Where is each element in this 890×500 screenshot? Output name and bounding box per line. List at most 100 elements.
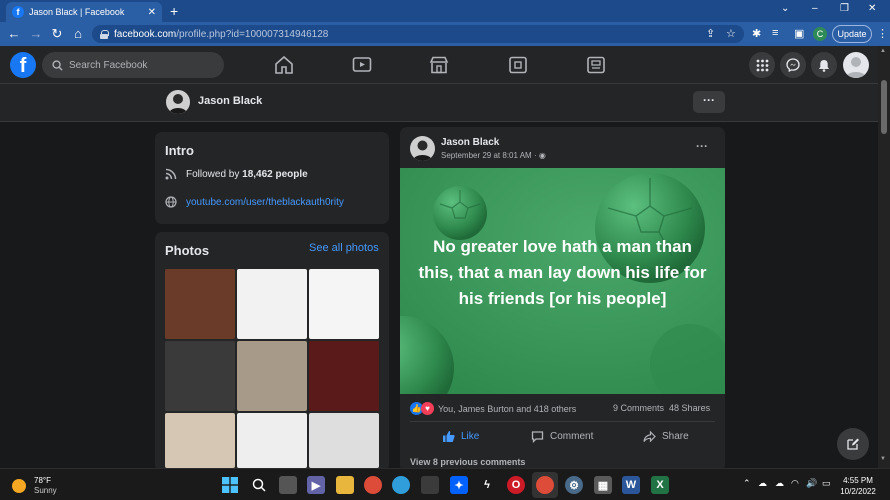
lock-icon — [100, 29, 109, 39]
scroll-down-icon[interactable]: ▼ — [880, 456, 886, 462]
file-explorer-icon[interactable] — [336, 476, 354, 494]
comment-button[interactable]: Comment — [531, 430, 593, 443]
tab-search-chevron-icon[interactable]: ⌄ — [781, 3, 789, 14]
post-author-name[interactable]: Jason Black — [441, 137, 499, 148]
profile-avatar[interactable] — [166, 90, 190, 114]
show-hidden-icons[interactable]: ⌃ — [743, 478, 751, 489]
scroll-up-icon[interactable]: ▲ — [880, 48, 886, 54]
gaming-nav-icon[interactable] — [586, 56, 606, 74]
account-avatar[interactable] — [843, 52, 869, 78]
opera-icon[interactable]: O — [507, 476, 525, 494]
battery-icon[interactable]: ▭ — [822, 478, 831, 489]
home-icon[interactable]: ⌂ — [70, 26, 86, 42]
home-nav-icon[interactable] — [274, 56, 294, 74]
browser-tab[interactable]: f Jason Black | Facebook ✕ — [6, 2, 162, 22]
post-options-icon[interactable]: ··· — [696, 139, 708, 153]
see-all-photos-link[interactable]: See all photos — [309, 242, 379, 254]
facebook-favicon-icon: f — [12, 6, 24, 18]
view-previous-comments-link[interactable]: View 8 previous comments — [410, 457, 525, 467]
like-button[interactable]: Like — [442, 430, 479, 443]
browser-profile-avatar[interactable]: C — [813, 27, 827, 41]
facebook-logo-icon[interactable]: f — [10, 52, 36, 78]
winamp-icon[interactable]: ϟ — [478, 476, 496, 494]
marketplace-nav-icon[interactable] — [429, 56, 449, 74]
followers-count: 18,462 people — [242, 168, 308, 180]
start-windows-icon[interactable] — [221, 476, 239, 494]
watch-nav-icon[interactable] — [352, 56, 372, 74]
calculator-icon[interactable]: ▦ — [594, 476, 612, 494]
onedrive-icon[interactable]: ☁ — [775, 478, 784, 489]
minimize-icon[interactable]: – — [812, 3, 818, 14]
wifi-icon[interactable]: ◠ — [791, 478, 799, 489]
browser-tab-bar: f Jason Black | Facebook ✕ + ⌄ – ❐ ✕ — [0, 0, 890, 22]
thumbs-up-icon — [443, 431, 455, 442]
comments-count[interactable]: 9 Comments — [613, 403, 664, 413]
photo-4[interactable] — [165, 341, 235, 411]
teams-chat-icon[interactable]: ▶ — [307, 476, 325, 494]
update-button[interactable]: Update — [832, 25, 872, 43]
comment-icon — [531, 431, 544, 443]
system-clock[interactable]: 4:55 PM 10/2/2022 — [838, 475, 878, 497]
post-quote-text: No greater love hath a man than this, th… — [418, 237, 707, 308]
share-icon[interactable]: ⇪ — [706, 27, 715, 40]
browser-toolbar: ← → ↻ ⌂ facebook.com/profile.php?id=1000… — [0, 22, 890, 46]
search-icon — [52, 59, 63, 71]
new-message-button[interactable] — [837, 428, 869, 460]
shares-count[interactable]: 48 Shares — [669, 403, 710, 413]
search-taskbar-icon[interactable] — [250, 476, 268, 494]
excel-icon[interactable]: X — [651, 476, 669, 494]
restore-icon[interactable]: ❐ — [840, 3, 849, 14]
post-author-avatar[interactable] — [410, 136, 435, 161]
address-bar[interactable]: facebook.com/profile.php?id=100007314946… — [92, 25, 744, 43]
profile-more-button[interactable]: ··· — [693, 91, 725, 113]
close-window-icon[interactable]: ✕ — [868, 3, 876, 14]
messenger-icon[interactable] — [780, 52, 806, 78]
photo-6[interactable] — [309, 341, 379, 411]
edge-icon[interactable] — [392, 476, 410, 494]
reactions-summary[interactable]: 👍 ♥ You, James Burton and 418 others — [410, 402, 576, 415]
followers-row: Followed by 18,462 people — [165, 168, 308, 180]
new-tab-button[interactable]: + — [170, 3, 178, 19]
website-link[interactable]: youtube.com/user/theblackauth0rity — [186, 197, 344, 208]
media-queue-icon[interactable]: ≡ — [772, 27, 778, 39]
scrollbar-thumb[interactable] — [881, 80, 887, 134]
chrome-active-icon[interactable] — [536, 476, 554, 494]
groups-nav-icon[interactable] — [508, 56, 528, 74]
notifications-bell-icon[interactable] — [811, 52, 837, 78]
photo-1[interactable] — [165, 269, 235, 339]
dropbox-icon[interactable]: ✦ — [450, 476, 468, 494]
forward-icon[interactable]: → — [28, 26, 44, 42]
sidebar-icon[interactable]: ▣ — [794, 27, 804, 40]
photo-2[interactable] — [237, 269, 307, 339]
back-icon[interactable]: ← — [6, 26, 22, 42]
like-label: Like — [461, 431, 480, 442]
menu-grid-icon[interactable] — [749, 52, 775, 78]
chrome-icon[interactable] — [364, 476, 382, 494]
browser-menu-icon[interactable]: ⋮ — [877, 27, 888, 40]
weather-widget[interactable]: 78°F Sunny — [12, 476, 57, 496]
settings-icon[interactable]: ⚙ — [565, 476, 583, 494]
task-view-icon[interactable] — [279, 476, 297, 494]
share-button[interactable]: Share — [643, 430, 689, 443]
intro-title: Intro — [165, 143, 194, 158]
weather-cloud-icon[interactable]: ☁ — [758, 478, 767, 489]
extensions-icon[interactable]: ✱ — [752, 27, 761, 40]
page-scrollbar[interactable]: ▲ ▼ — [878, 46, 890, 468]
volume-icon[interactable]: 🔊 — [806, 478, 817, 489]
search-placeholder: Search Facebook — [69, 59, 148, 71]
photo-3[interactable] — [309, 269, 379, 339]
word-icon[interactable]: W — [622, 476, 640, 494]
photo-9[interactable] — [309, 413, 379, 468]
microsoft-store-icon[interactable] — [421, 476, 439, 494]
bookmark-star-icon[interactable]: ☆ — [726, 27, 736, 40]
tab-title: Jason Black | Facebook — [29, 7, 125, 17]
post-timestamp[interactable]: September 29 at 8:01 AM · ◉ — [441, 151, 546, 160]
close-tab-icon[interactable]: ✕ — [148, 7, 156, 18]
search-input[interactable]: Search Facebook — [42, 52, 224, 78]
photos-title: Photos — [165, 243, 210, 258]
reload-icon[interactable]: ↻ — [49, 26, 65, 42]
photo-7[interactable] — [165, 413, 235, 468]
photo-5[interactable] — [237, 341, 307, 411]
profile-name[interactable]: Jason Black — [198, 95, 262, 107]
photo-8[interactable] — [237, 413, 307, 468]
